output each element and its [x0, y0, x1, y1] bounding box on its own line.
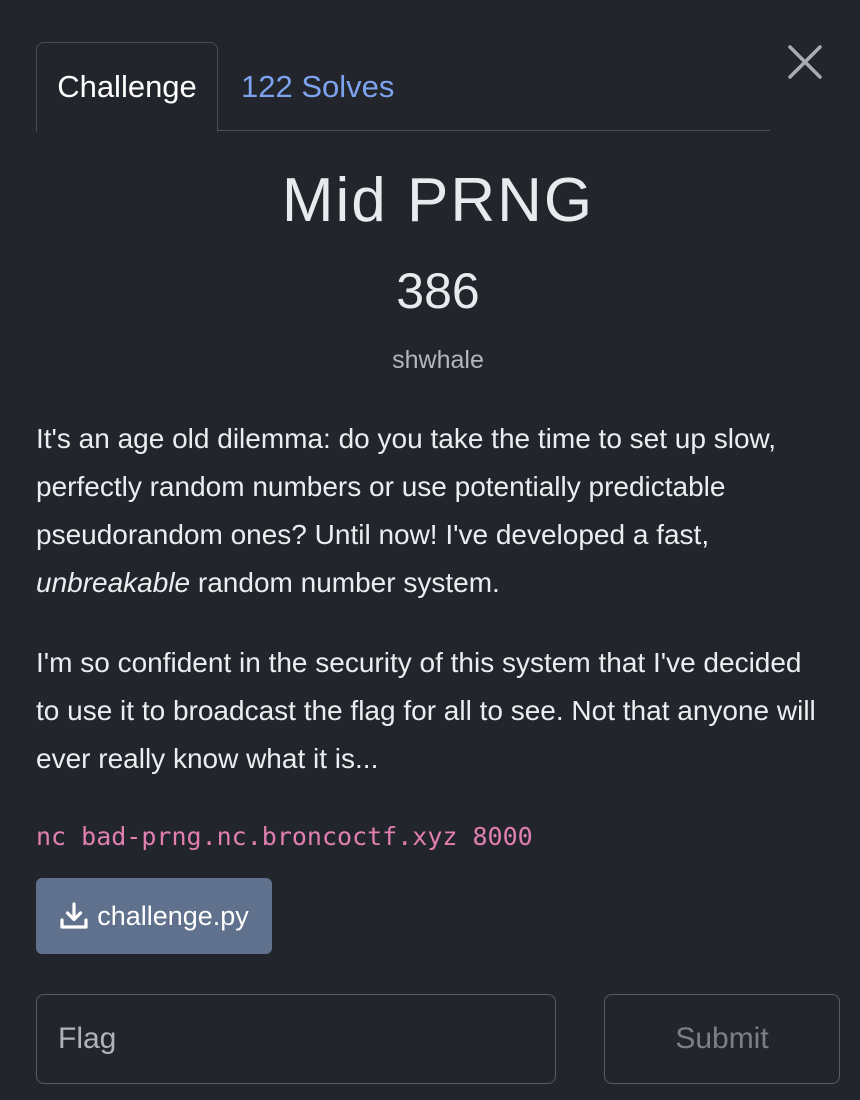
challenge-author: shwhale [392, 346, 484, 374]
flag-input[interactable] [36, 994, 556, 1084]
connection-command: nc bad-prng.nc.broncoctf.xyz 8000 [36, 822, 533, 851]
submit-button[interactable]: Submit [604, 994, 840, 1084]
description-paragraph-1: It's an age old dilemma: do you take the… [36, 415, 826, 607]
tab-challenge-label: Challenge [57, 69, 197, 104]
description-text: It's an age old dilemma: do you take the… [36, 423, 776, 550]
description-text-end: random number system. [190, 567, 500, 598]
challenge-modal: Challenge 122 Solves Mid PRNG 386 shwhal… [0, 0, 860, 1100]
tab-bar: Challenge 122 Solves [36, 42, 770, 132]
close-button[interactable] [786, 43, 824, 81]
challenge-title: Mid PRNG [281, 166, 595, 235]
tab-challenge[interactable]: Challenge [36, 42, 218, 132]
challenge-points: 386 [396, 263, 480, 319]
description-emphasis: unbreakable [36, 567, 191, 598]
tab-solves-label: 122 Solves [241, 68, 395, 104]
download-file-button[interactable]: challenge.py [36, 878, 272, 954]
tab-solves[interactable]: 122 Solves [241, 42, 394, 131]
close-icon [788, 45, 822, 79]
download-file-name: challenge.py [97, 900, 249, 931]
download-icon [60, 902, 88, 929]
description-paragraph-2: I'm so confident in the security of this… [36, 647, 816, 774]
